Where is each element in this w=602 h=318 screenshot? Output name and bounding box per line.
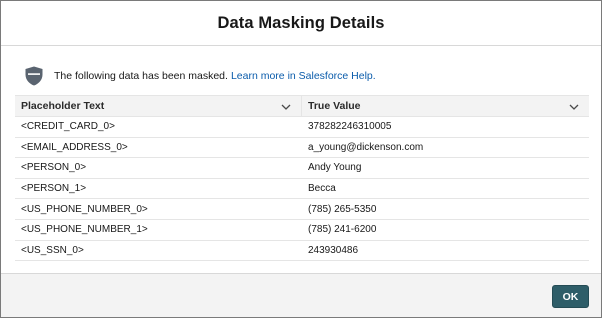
modal-header: Data Masking Details [1, 1, 601, 46]
table-row: <US_SSN_0> 243930486 [15, 241, 589, 262]
placeholder-cell: <US_SSN_0> [21, 244, 84, 256]
placeholder-cell: <US_PHONE_NUMBER_0> [21, 203, 148, 215]
true-value-cell: 243930486 [308, 244, 359, 256]
column-header-placeholder-text[interactable]: Placeholder Text [15, 96, 302, 116]
true-value-cell: (785) 241-6200 [308, 224, 377, 236]
salesforce-help-link[interactable]: Learn more in Salesforce Help. [231, 70, 376, 82]
table-header: Placeholder Text True Value [15, 95, 589, 117]
placeholder-cell: <CREDIT_CARD_0> [21, 121, 115, 133]
table-row: <EMAIL_ADDRESS_0> a_young@dickenson.com [15, 138, 589, 159]
placeholder-cell: <US_PHONE_NUMBER_1> [21, 224, 148, 236]
chevron-down-icon[interactable] [281, 102, 291, 112]
ok-button[interactable]: OK [552, 285, 589, 308]
table-row: <PERSON_0> Andy Young [15, 158, 589, 179]
masking-table: Placeholder Text True Value <CREDIT_CARD… [15, 95, 589, 262]
modal-body: The following data has been masked. Lear… [1, 47, 601, 271]
placeholder-cell: <PERSON_0> [21, 162, 87, 174]
data-masking-modal: Data Masking Details The following data … [0, 0, 602, 318]
true-value-cell: Andy Young [308, 162, 362, 174]
placeholder-cell: <EMAIL_ADDRESS_0> [21, 141, 128, 153]
true-value-cell: (785) 265-5350 [308, 203, 377, 215]
table-row: <US_PHONE_NUMBER_1> (785) 241-6200 [15, 220, 589, 241]
true-value-cell: Becca [308, 183, 336, 195]
true-value-cell: a_young@dickenson.com [308, 141, 424, 153]
column-header-true-value[interactable]: True Value [302, 96, 589, 116]
modal-title: Data Masking Details [217, 13, 385, 32]
column-header-label: Placeholder Text [21, 100, 105, 112]
true-value-cell: 378282246310005 [308, 121, 392, 133]
modal-footer: OK [1, 273, 601, 317]
placeholder-cell: <PERSON_1> [21, 183, 87, 195]
table-row: <US_PHONE_NUMBER_0> (785) 265-5350 [15, 199, 589, 220]
masking-notice: The following data has been masked. Lear… [23, 65, 376, 87]
chevron-down-icon[interactable] [569, 102, 579, 112]
table-row: <PERSON_1> Becca [15, 179, 589, 200]
shield-mask-icon [23, 65, 45, 87]
column-header-label: True Value [308, 100, 361, 112]
notice-text: The following data has been masked. [54, 70, 228, 82]
table-row: <CREDIT_CARD_0> 378282246310005 [15, 117, 589, 138]
